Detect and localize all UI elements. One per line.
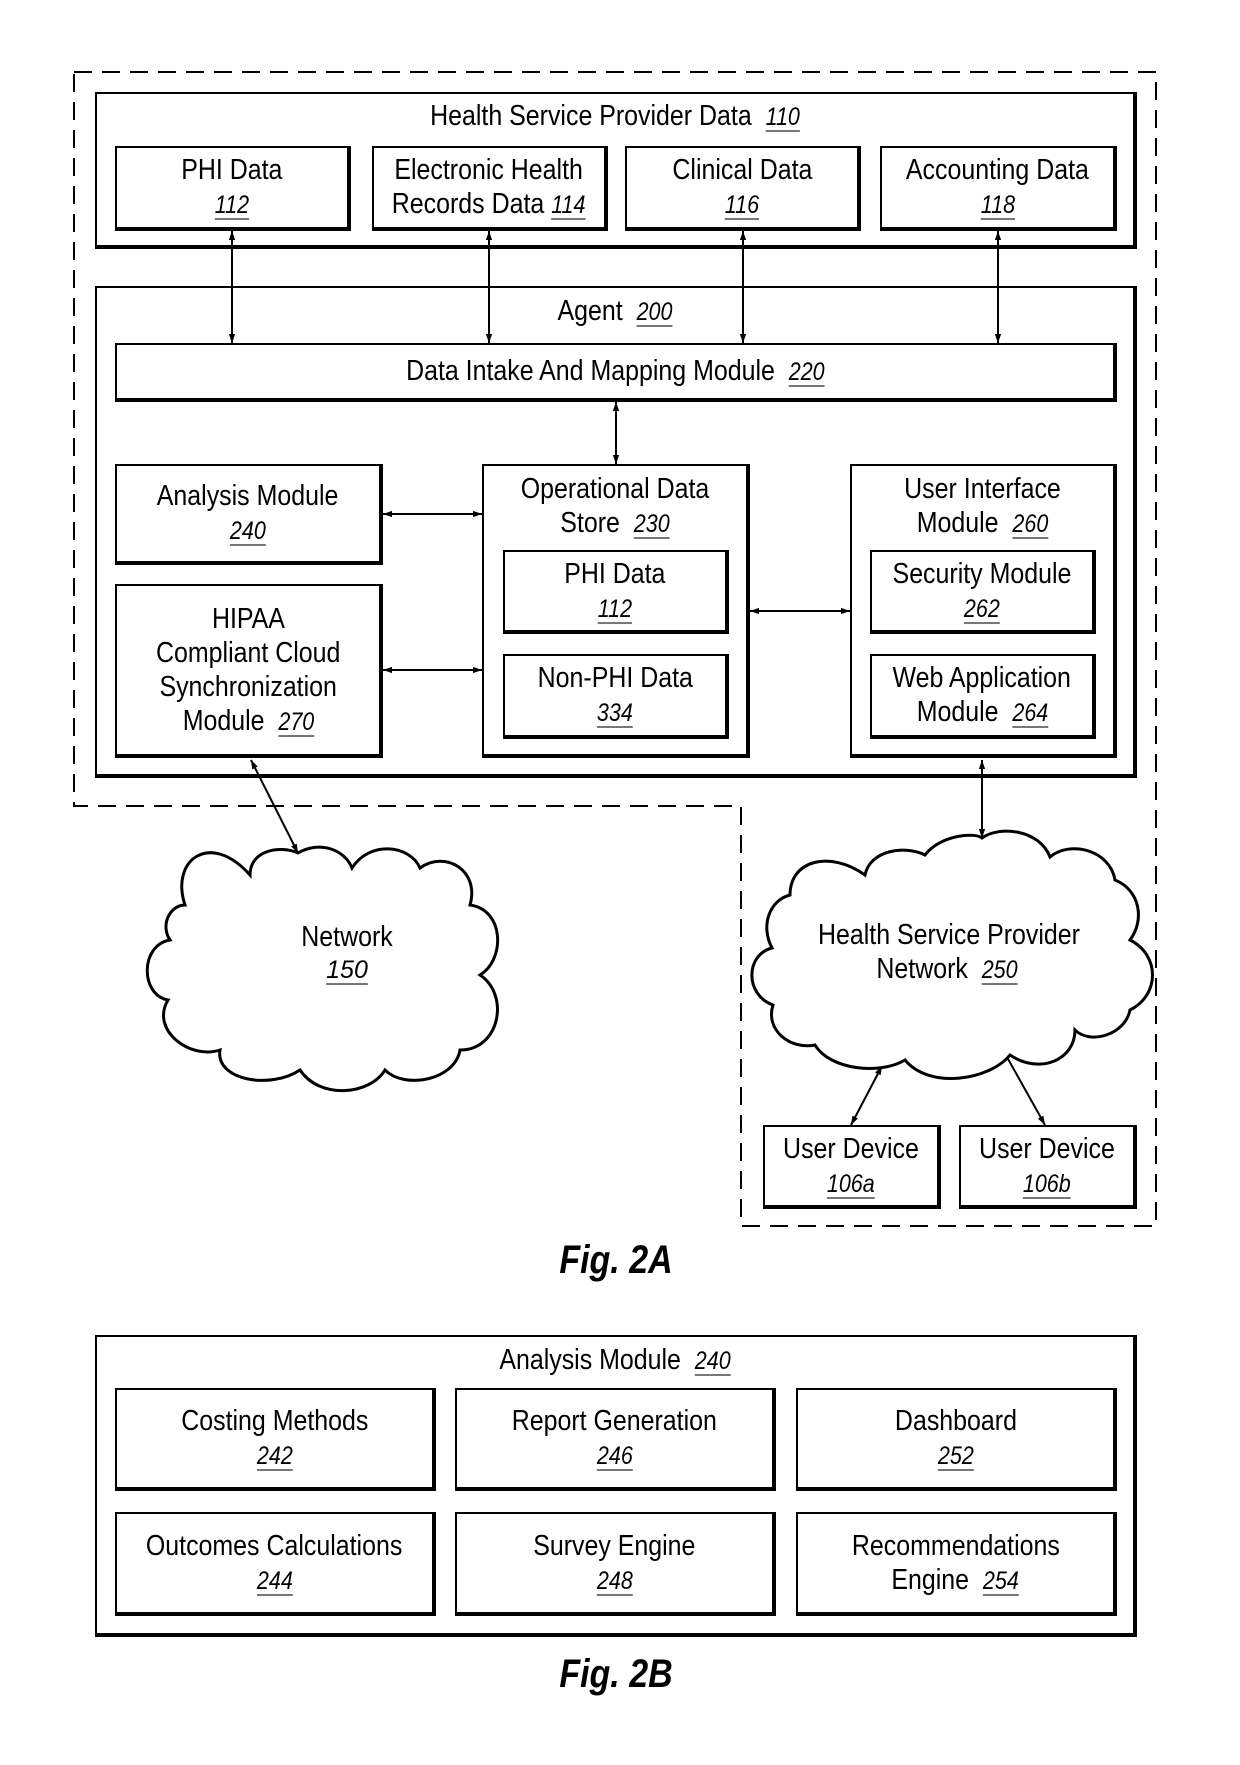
hsp-item-clinical-data: Clinical Data 116 bbox=[625, 146, 861, 231]
web-app-label-line2: Module bbox=[916, 696, 999, 728]
ods-non-phi-ref: 334 bbox=[597, 699, 633, 727]
patent-figure: Health Service Provider Data 110 PHI Dat… bbox=[0, 0, 1240, 1765]
clinical-data-ref: 116 bbox=[724, 191, 760, 219]
hsp-network-ref: 250 bbox=[981, 956, 1018, 984]
agent-title-text: Agent bbox=[557, 295, 623, 327]
hipaa-label-line2: Compliant Cloud bbox=[155, 636, 341, 669]
report-generation-ref: 246 bbox=[596, 1442, 633, 1470]
recommendations-engine: Recommendations Engine 254 bbox=[796, 1512, 1117, 1616]
security-module: Security Module 262 bbox=[870, 550, 1096, 634]
report-generation-label: Report Generation bbox=[511, 1405, 718, 1437]
ehr-label-line1: Electronic Health bbox=[394, 154, 584, 186]
hsp-network-line2: Network bbox=[876, 953, 968, 985]
figure-caption-2a: Fig. 2A bbox=[559, 1238, 673, 1282]
ehr-ref: 114 bbox=[551, 191, 586, 219]
analysis-detail-title: Analysis Module 240 bbox=[170, 1344, 1061, 1378]
network-ref: 150 bbox=[326, 956, 368, 984]
survey-engine-ref: 248 bbox=[596, 1566, 633, 1595]
analysis-detail-title-text: Analysis Module bbox=[499, 1344, 681, 1376]
accounting-data-ref: 118 bbox=[980, 191, 1015, 219]
accounting-data-label: Accounting Data bbox=[905, 154, 1090, 186]
report-generation: Report Generation 246 bbox=[455, 1388, 776, 1491]
recommendations-engine-label-line1: Recommendations bbox=[851, 1529, 1060, 1562]
web-app-ref: 264 bbox=[1011, 699, 1048, 727]
outcomes-calculations-label: Outcomes Calculations bbox=[146, 1529, 403, 1562]
dashboard-label: Dashboard bbox=[894, 1405, 1017, 1437]
ods-non-phi-label: Non-PHI Data bbox=[537, 662, 693, 694]
data-intake-ref: 220 bbox=[788, 358, 825, 386]
user-device-b-label: User Device bbox=[979, 1132, 1115, 1165]
outcomes-calculations: Outcomes Calculations 244 bbox=[115, 1512, 436, 1616]
costing-methods-ref: 242 bbox=[256, 1442, 293, 1470]
ods-ref: 230 bbox=[633, 510, 670, 538]
ui-label-line2: Module bbox=[916, 507, 999, 539]
hsp-item-phi-data: PHI Data 112 bbox=[115, 146, 351, 231]
security-module-ref: 262 bbox=[964, 594, 1000, 623]
hsp-data-title: Health Service Provider Data 110 bbox=[170, 100, 1061, 134]
agent-title: Agent 200 bbox=[170, 295, 1061, 329]
data-intake-module: Data Intake And Mapping Module 220 bbox=[115, 343, 1117, 402]
data-intake-label: Data Intake And Mapping Module bbox=[405, 355, 775, 387]
recommendations-engine-label-line2: Engine bbox=[891, 1563, 970, 1596]
network-title: Network bbox=[301, 921, 393, 953]
hsp-network-label: Health Service Provider Network 250 bbox=[797, 918, 1097, 987]
survey-engine-label: Survey Engine bbox=[533, 1529, 696, 1562]
recommendations-engine-ref: 254 bbox=[983, 1566, 1020, 1595]
web-app-label-line1: Web Application bbox=[892, 662, 1072, 694]
hipaa-label-line4: Module bbox=[182, 704, 265, 737]
user-device-b: User Device 106b bbox=[959, 1125, 1137, 1209]
ui-label-line1: User Interface bbox=[904, 473, 1061, 505]
hipaa-ref: 270 bbox=[277, 707, 314, 736]
agent-ref: 200 bbox=[636, 298, 673, 326]
user-device-a-label: User Device bbox=[783, 1132, 919, 1165]
user-device-a-ref: 106a bbox=[827, 1169, 875, 1198]
clinical-data-label: Clinical Data bbox=[671, 154, 812, 186]
hsp-data-ref: 110 bbox=[765, 103, 800, 131]
figure-caption-2b: Fig. 2B bbox=[559, 1652, 673, 1696]
ods-non-phi-data: Non-PHI Data 334 bbox=[503, 654, 729, 739]
ui-ref: 260 bbox=[1012, 510, 1049, 538]
hipaa-sync-module: HIPAA Compliant Cloud Synchronization Mo… bbox=[115, 584, 383, 758]
analysis-module-ref: 240 bbox=[230, 517, 266, 545]
ods-phi-data: PHI Data 112 bbox=[503, 550, 729, 634]
outcomes-calculations-ref: 244 bbox=[256, 1566, 293, 1595]
hsp-network-line1: Health Service Provider bbox=[818, 919, 1080, 951]
hipaa-label-line3: Synchronization bbox=[159, 670, 337, 703]
analysis-detail-ref: 240 bbox=[694, 1347, 731, 1375]
costing-methods: Costing Methods 242 bbox=[115, 1388, 436, 1491]
ods-phi-label: PHI Data bbox=[564, 557, 666, 590]
network-label: Network 150 bbox=[247, 920, 447, 985]
arrow-hsp-network-device-a bbox=[850, 1065, 883, 1126]
ods-label-line2: Store bbox=[560, 507, 620, 539]
user-device-a: User Device 106a bbox=[763, 1125, 941, 1209]
user-device-b-ref: 106b bbox=[1023, 1169, 1071, 1198]
ods-label-line1: Operational Data bbox=[520, 473, 710, 505]
phi-data-ref: 112 bbox=[214, 191, 250, 219]
ods-phi-ref: 112 bbox=[597, 594, 633, 623]
hsp-item-ehr-data: Electronic Health Records Data 114 bbox=[372, 146, 608, 231]
dashboard: Dashboard 252 bbox=[796, 1388, 1117, 1491]
costing-methods-label: Costing Methods bbox=[180, 1405, 369, 1437]
hsp-item-accounting-data: Accounting Data 118 bbox=[880, 146, 1117, 231]
hipaa-label-line1: HIPAA bbox=[211, 602, 285, 635]
dashboard-ref: 252 bbox=[937, 1442, 974, 1470]
security-module-label: Security Module bbox=[892, 557, 1072, 590]
phi-data-label: PHI Data bbox=[181, 154, 283, 186]
hsp-data-title-text: Health Service Provider Data bbox=[430, 100, 752, 132]
analysis-module: Analysis Module 240 bbox=[115, 464, 383, 565]
ehr-label-line2: Records Data bbox=[392, 188, 545, 220]
survey-engine: Survey Engine 248 bbox=[455, 1512, 776, 1616]
analysis-module-label: Analysis Module bbox=[157, 480, 339, 512]
web-application-module: Web Application Module 264 bbox=[870, 654, 1096, 739]
